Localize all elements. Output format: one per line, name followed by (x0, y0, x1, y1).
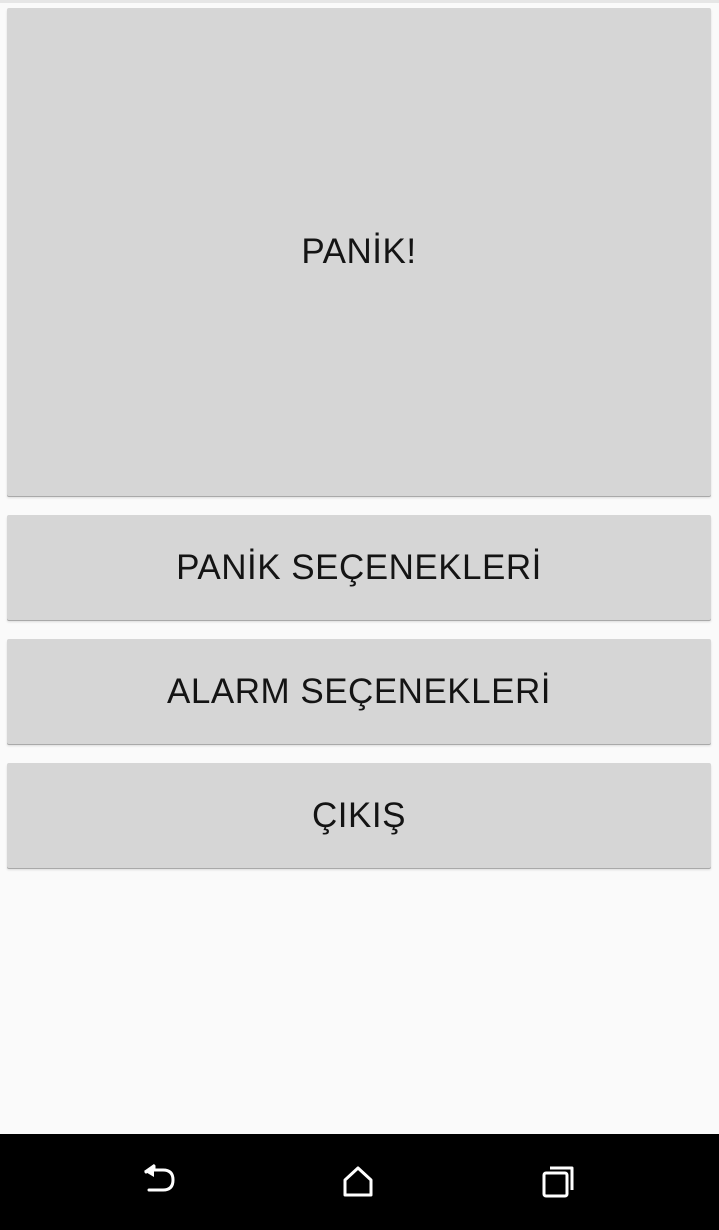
home-icon (343, 1166, 373, 1197)
back-icon (144, 1164, 175, 1192)
top-divider (0, 0, 719, 3)
alarm-options-button-label: ALARM SEÇENEKLERİ (167, 671, 551, 711)
exit-button[interactable]: ÇIKIŞ (7, 763, 711, 868)
app-screen: PANİK! PANİK SEÇENEKLERİ ALARM SEÇENEKLE… (0, 0, 719, 1230)
recents-icon (542, 1166, 574, 1198)
recents-button[interactable] (536, 1160, 580, 1204)
panic-options-button[interactable]: PANİK SEÇENEKLERİ (7, 515, 711, 620)
home-button[interactable] (336, 1160, 380, 1204)
panic-button-label: PANİK! (301, 232, 417, 271)
system-navigation-bar (0, 1134, 719, 1230)
exit-button-label: ÇIKIŞ (312, 795, 406, 835)
panic-button[interactable]: PANİK! (7, 8, 711, 496)
panic-options-button-label: PANİK SEÇENEKLERİ (176, 547, 542, 587)
back-button[interactable] (137, 1160, 181, 1204)
alarm-options-button[interactable]: ALARM SEÇENEKLERİ (7, 639, 711, 744)
